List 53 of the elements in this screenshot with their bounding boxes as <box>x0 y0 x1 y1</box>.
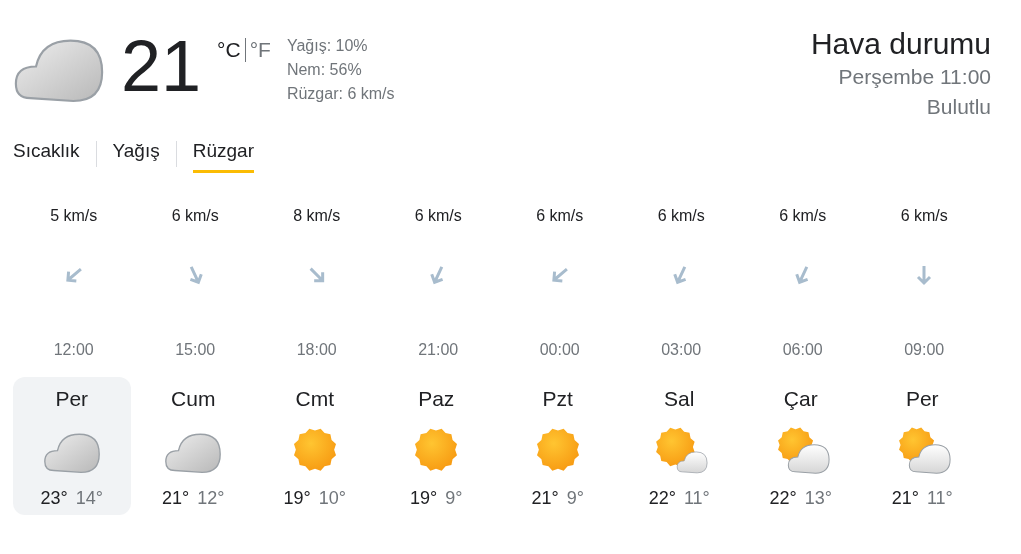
day-name: Pzt <box>542 386 573 412</box>
weather-detail: Rüzgar: 6 km/s <box>286 84 395 104</box>
high-temperature: 21° <box>891 488 919 510</box>
hour-label: 12:00 <box>53 341 94 359</box>
tab[interactable]: Sıcaklık <box>13 134 80 173</box>
day-card[interactable]: Per 23° 14° <box>13 377 131 516</box>
unit-toggle[interactable]: °C <box>213 38 245 62</box>
hour-label: 00:00 <box>539 341 580 359</box>
hour-label: 21:00 <box>418 341 459 359</box>
low-temperature: 13° <box>804 488 832 510</box>
tab[interactable]: Rüzgar <box>192 134 254 173</box>
current-temperature: 21 <box>121 26 202 106</box>
high-temperature: 21° <box>531 488 559 510</box>
high-temperature: 21° <box>162 488 190 510</box>
wind-speed: 6 km/s <box>779 207 827 225</box>
hour-label: 09:00 <box>904 341 945 359</box>
weather-detail: Nem: 56% <box>286 60 363 80</box>
hour-label: 15:00 <box>175 341 216 359</box>
low-temperature: 11° <box>683 488 710 510</box>
tab[interactable]: Yağış <box>112 134 160 173</box>
weather-title: Hava durumu <box>810 26 991 62</box>
wind-speed: 6 km/s <box>536 207 584 225</box>
unit-toggle[interactable]: °F <box>245 38 275 62</box>
low-temperature: 9° <box>445 488 463 510</box>
high-temperature: 19° <box>283 488 311 510</box>
low-temperature: 12° <box>197 488 225 510</box>
low-temperature: 14° <box>75 488 103 510</box>
wind-speed: 6 km/s <box>171 207 219 225</box>
weather-time: Perşembe 11:00 <box>838 64 991 90</box>
high-temperature: 22° <box>769 488 797 510</box>
day-name: Cum <box>171 386 216 412</box>
day-name: Per <box>905 386 939 412</box>
day-name: Cmt <box>295 386 334 412</box>
day-name: Paz <box>418 386 455 412</box>
wind-speed: 6 km/s <box>900 207 948 225</box>
wind-speed: 6 km/s <box>657 207 705 225</box>
high-temperature: 23° <box>40 488 68 510</box>
weather-detail: Yağış: 10% <box>286 36 369 56</box>
high-temperature: 22° <box>648 488 676 510</box>
day-name: Sal <box>664 386 695 412</box>
day-name: Çar <box>783 386 818 412</box>
wind-speed: 8 km/s <box>293 207 341 225</box>
hour-label: 06:00 <box>782 341 823 359</box>
wind-speed: 6 km/s <box>414 207 462 225</box>
wind-speed: 5 km/s <box>50 207 98 225</box>
weather-condition: Bulutlu <box>926 94 991 120</box>
hour-label: 03:00 <box>661 341 702 359</box>
low-temperature: 10° <box>318 488 346 510</box>
hour-label: 18:00 <box>296 341 337 359</box>
high-temperature: 19° <box>410 488 438 510</box>
day-name: Per <box>55 386 89 412</box>
low-temperature: 11° <box>926 488 953 510</box>
low-temperature: 9° <box>566 488 584 510</box>
